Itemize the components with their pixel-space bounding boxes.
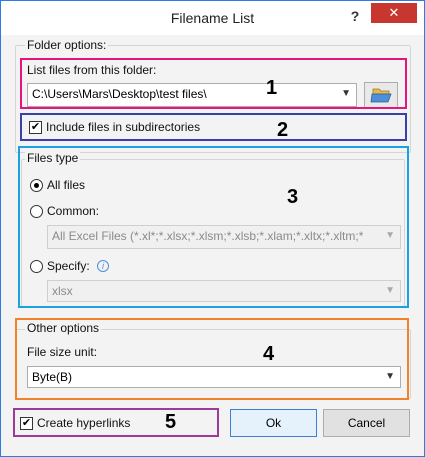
annotation-box-2	[20, 113, 407, 141]
cancel-button[interactable]: Cancel	[323, 409, 410, 437]
annotation-number-5: 5	[165, 411, 177, 433]
annotation-number-1: 1	[266, 77, 278, 99]
annotation-box-4	[15, 318, 409, 400]
annotation-box-5	[13, 408, 219, 437]
annotation-number-4: 4	[263, 343, 275, 365]
ok-button[interactable]: Ok	[230, 409, 317, 437]
annotation-box-1	[20, 58, 407, 109]
help-button[interactable]: ?	[344, 5, 366, 27]
folder-options-title: Folder options:	[25, 38, 109, 52]
annotation-number-2: 2	[277, 119, 289, 141]
annotation-box-3	[18, 146, 409, 308]
annotation-number-3: 3	[287, 186, 299, 208]
close-button[interactable]: ✕	[371, 3, 417, 23]
filename-list-dialog: Filename List ? ✕ Folder options: List f…	[0, 0, 425, 457]
title-bar: Filename List ? ✕	[1, 1, 424, 35]
